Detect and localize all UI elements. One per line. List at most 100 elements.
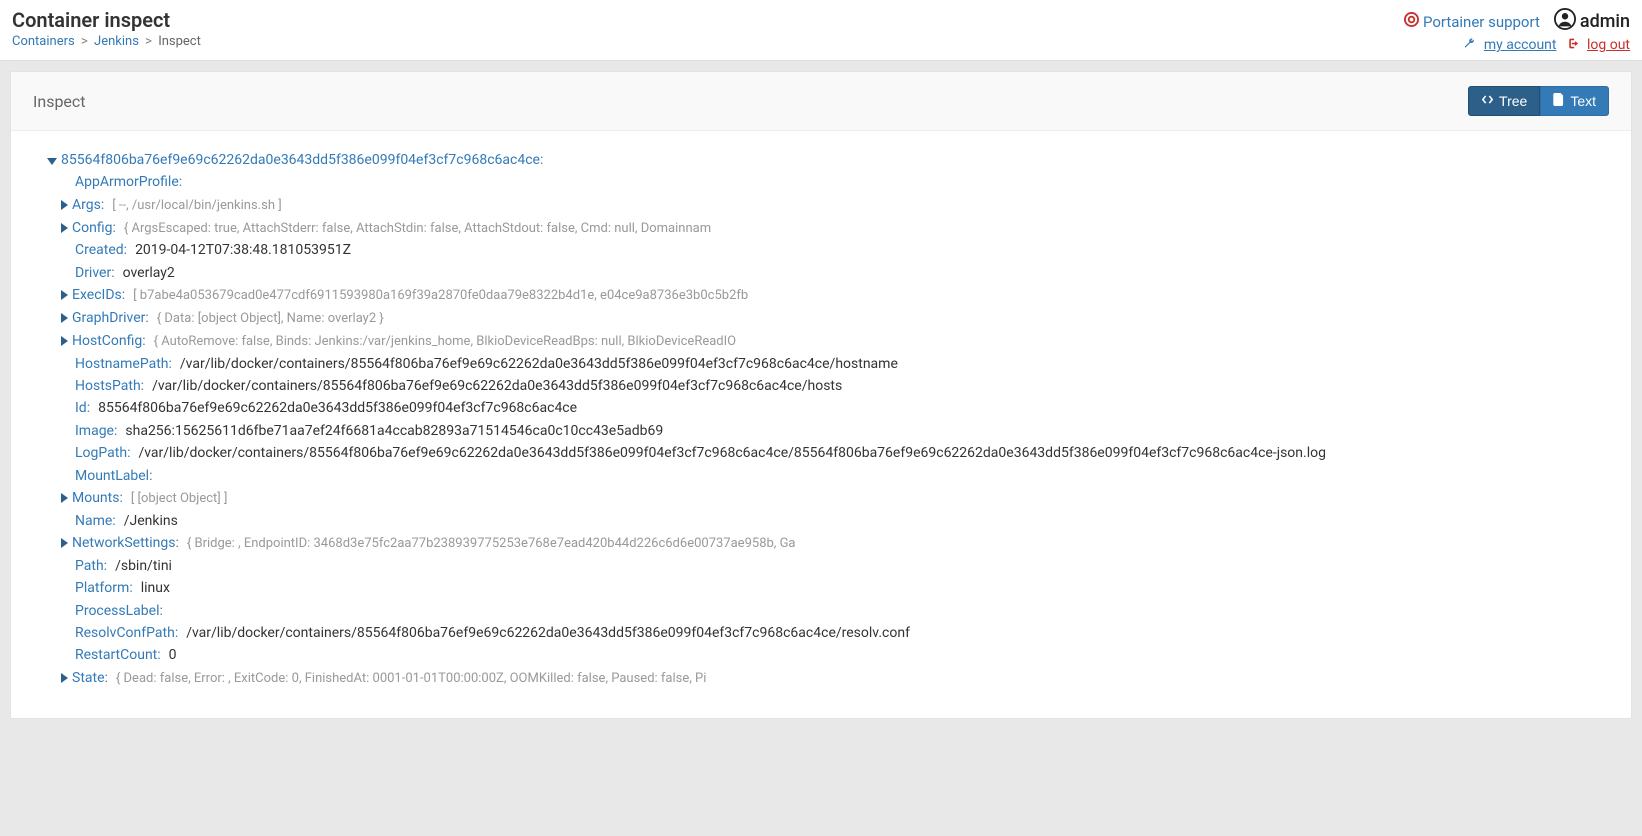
my-account-link[interactable]: my account — [1484, 37, 1557, 53]
tree-key[interactable]: Driver — [75, 262, 115, 284]
view-mode-toggle: Tree Text — [1468, 86, 1609, 116]
wrench-icon — [1463, 37, 1476, 54]
tree-key[interactable]: Name — [75, 510, 116, 532]
tree-row-state[interactable]: State { Dead: false, Error: , ExitCode: … — [33, 667, 1609, 690]
page-title: Container inspect — [12, 8, 201, 32]
tree-key[interactable]: RestartCount — [75, 644, 161, 666]
caret-right-icon[interactable] — [61, 493, 68, 503]
tree-val: /var/lib/docker/containers/85564f806ba76… — [152, 375, 842, 397]
tree-val: /sbin/tini — [115, 555, 172, 577]
tree-key[interactable]: Id — [75, 397, 90, 419]
tree-preview: { Data: [object Object], Name: overlay2 … — [157, 309, 384, 330]
tree-row-logpath[interactable]: LogPath /var/lib/docker/containers/85564… — [33, 442, 1609, 464]
tree-preview: { AutoRemove: false, Binds: Jenkins:/var… — [154, 332, 737, 353]
code-icon — [1481, 93, 1494, 109]
tree-key[interactable]: AppArmorProfile — [75, 171, 182, 193]
caret-right-icon[interactable] — [61, 336, 68, 346]
tree-row-id[interactable]: Id 85564f806ba76ef9e69c62262da0e3643dd5f… — [33, 397, 1609, 419]
tree-row-driver[interactable]: Driver overlay2 — [33, 262, 1609, 284]
tree-row-networksettings[interactable]: NetworkSettings { Bridge: , EndpointID: … — [33, 532, 1609, 555]
panel-body: 85564f806ba76ef9e69c62262da0e3643dd5f386… — [11, 131, 1631, 718]
breadcrumb-sep: > — [145, 34, 152, 49]
tree-preview: { Dead: false, Error: , ExitCode: 0, Fin… — [116, 669, 707, 690]
tree-row-apparmor[interactable]: AppArmorProfile — [33, 171, 1609, 193]
tree-row-mountlabel[interactable]: MountLabel — [33, 465, 1609, 487]
page-header: Container inspect Containers > Jenkins >… — [0, 0, 1642, 61]
tree-key[interactable]: Image — [75, 420, 117, 442]
tree-row-processlabel[interactable]: ProcessLabel — [33, 600, 1609, 622]
tree-key[interactable]: NetworkSettings — [72, 532, 179, 554]
tree-key[interactable]: HostnamePath — [75, 353, 172, 375]
caret-right-icon[interactable] — [61, 313, 68, 323]
tree-key[interactable]: Platform — [75, 577, 133, 599]
panel-header: Inspect Tree Text — [11, 72, 1631, 131]
tree-preview: { ArgsEscaped: true, AttachStderr: false… — [124, 219, 711, 240]
tree-preview: { Bridge: , EndpointID: 3468d3e75fc2aa77… — [187, 534, 796, 555]
panel-title: Inspect — [33, 92, 86, 111]
support-link[interactable]: Portainer support — [1404, 12, 1540, 31]
tree-key[interactable]: HostConfig — [72, 330, 146, 352]
tree-key[interactable]: MountLabel — [75, 465, 152, 487]
tree-key[interactable]: ExecIDs — [72, 284, 125, 306]
tree-row-graphdriver[interactable]: GraphDriver { Data: [object Object], Nam… — [33, 307, 1609, 330]
tree-row-restartcount[interactable]: RestartCount 0 — [33, 644, 1609, 666]
inspect-panel: Inspect Tree Text — [10, 71, 1632, 719]
tree-row-hostspath[interactable]: HostsPath /var/lib/docker/containers/855… — [33, 375, 1609, 397]
tree-key[interactable]: Config — [72, 217, 116, 239]
tree-row-platform[interactable]: Platform linux — [33, 577, 1609, 599]
tree-val: 0 — [169, 644, 177, 666]
caret-right-icon[interactable] — [61, 673, 68, 683]
text-label: Text — [1570, 93, 1596, 109]
tree-row-created[interactable]: Created 2019-04-12T07:38:48.181053951Z — [33, 239, 1609, 261]
text-button[interactable]: Text — [1540, 86, 1609, 116]
tree-row-execids[interactable]: ExecIDs [ b7abe4a053679cad0e477cdf691159… — [33, 284, 1609, 307]
tree-key[interactable]: Mounts — [72, 487, 123, 509]
tree-row-mounts[interactable]: Mounts [ [object Object] ] — [33, 487, 1609, 510]
tree-key[interactable]: State — [72, 667, 108, 689]
tree-row-path[interactable]: Path /sbin/tini — [33, 555, 1609, 577]
tree-key[interactable]: ResolvConfPath — [75, 622, 178, 644]
tree-row-name[interactable]: Name /Jenkins — [33, 510, 1609, 532]
tree-key[interactable]: HostsPath — [75, 375, 144, 397]
tree-key[interactable]: Args — [72, 194, 104, 216]
caret-right-icon[interactable] — [61, 200, 68, 210]
tree-key[interactable]: Created — [75, 239, 127, 261]
tree-root-row[interactable]: 85564f806ba76ef9e69c62262da0e3643dd5f386… — [33, 149, 1609, 171]
tree-key[interactable]: ProcessLabel — [75, 600, 163, 622]
tree-label: Tree — [1499, 93, 1527, 109]
tree-val: /var/lib/docker/containers/85564f806ba76… — [180, 353, 898, 375]
tree-button[interactable]: Tree — [1468, 86, 1540, 116]
breadcrumb: Containers > Jenkins > Inspect — [12, 34, 201, 49]
tree-row-hostnamepath[interactable]: HostnamePath /var/lib/docker/containers/… — [33, 353, 1609, 375]
tree-key[interactable]: GraphDriver — [72, 307, 149, 329]
caret-right-icon[interactable] — [61, 223, 68, 233]
breadcrumb-containers[interactable]: Containers — [12, 34, 75, 49]
header-left: Container inspect Containers > Jenkins >… — [12, 8, 201, 49]
tree-val: /Jenkins — [124, 510, 178, 532]
tree-val: /var/lib/docker/containers/85564f806ba76… — [186, 622, 910, 644]
tree-row-hostconfig[interactable]: HostConfig { AutoRemove: false, Binds: J… — [33, 330, 1609, 353]
tree-row-args[interactable]: Args [ --, /usr/local/bin/jenkins.sh ] — [33, 194, 1609, 217]
user-name: admin — [1580, 11, 1630, 32]
breadcrumb-jenkins[interactable]: Jenkins — [94, 34, 139, 49]
tree-val: /var/lib/docker/containers/85564f806ba76… — [138, 442, 1326, 464]
tree-row-config[interactable]: Config { ArgsEscaped: true, AttachStderr… — [33, 217, 1609, 240]
caret-right-icon[interactable] — [61, 538, 68, 548]
tree-key-root[interactable]: 85564f806ba76ef9e69c62262da0e3643dd5f386… — [61, 149, 543, 171]
header-bottom-row: my account log out — [1404, 37, 1630, 54]
tree-preview: [ --, /usr/local/bin/jenkins.sh ] — [112, 196, 281, 217]
tree-row-resolvconfpath[interactable]: ResolvConfPath /var/lib/docker/container… — [33, 622, 1609, 644]
json-tree: 85564f806ba76ef9e69c62262da0e3643dd5f386… — [33, 149, 1609, 690]
log-out-link[interactable]: log out — [1587, 37, 1630, 53]
tree-preview: [ b7abe4a053679cad0e477cdf6911593980a169… — [133, 286, 748, 307]
caret-down-icon[interactable] — [47, 158, 57, 165]
user-icon — [1554, 8, 1576, 35]
tree-key[interactable]: Path — [75, 555, 107, 577]
sign-out-icon — [1566, 37, 1579, 54]
tree-val: linux — [141, 577, 170, 599]
tree-row-image[interactable]: Image sha256:15625611d6fbe71aa7ef24f6681… — [33, 420, 1609, 442]
caret-right-icon[interactable] — [61, 290, 68, 300]
content-area: Inspect Tree Text — [0, 61, 1642, 729]
tree-key[interactable]: LogPath — [75, 442, 130, 464]
tree-val: overlay2 — [123, 262, 175, 284]
